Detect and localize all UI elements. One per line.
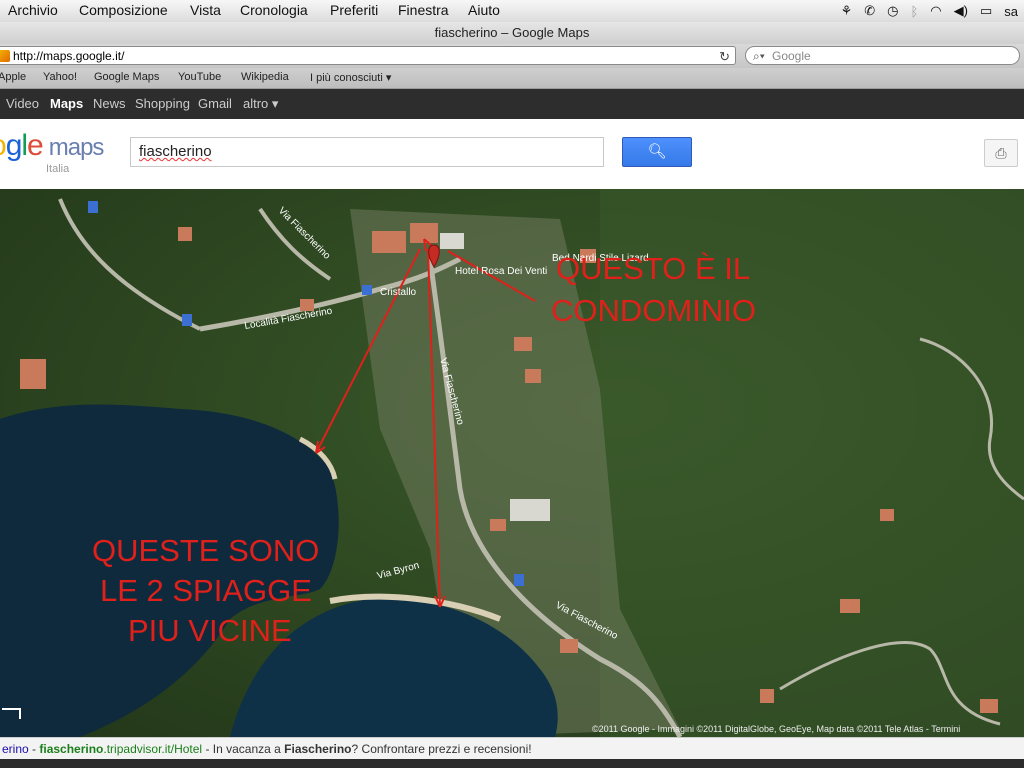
printer-icon: ⎙ [995, 145, 1007, 161]
maps-header: oglemaps Italia fiascherino 🔍︎ ⎙ [0, 119, 1024, 190]
sponsored-link-bar[interactable]: erino - fiascherino.tripadvisor.it/Hotel… [0, 737, 1024, 759]
bookmark-wikipedia[interactable]: Wikipedia [241, 71, 289, 83]
annotation-spiagge-2: LE 2 SPIAGGE [100, 573, 312, 608]
bookmark-youtube[interactable]: YouTube [178, 71, 221, 83]
window-title: fiascherino – Google Maps [0, 22, 1024, 44]
gbar-maps[interactable]: Maps [50, 96, 83, 111]
footer-post: ? Confrontare prezzi e recensioni! [351, 742, 532, 756]
wifi-icon[interactable]: ◠ [930, 3, 941, 19]
menu-preferiti[interactable]: Preferiti [330, 2, 378, 18]
poi-bus-icon-2 [182, 314, 192, 326]
user-name[interactable]: sa [1004, 4, 1018, 19]
browser-toolbar: http://maps.google.it/ ↻ ⌕▾ Google [0, 44, 1024, 68]
bookmark-piu-conosciuti[interactable]: I più conosciuti ▾ [310, 71, 391, 84]
footer-link-bold: fiascherino [39, 742, 104, 756]
poi-hotel-icon [362, 285, 372, 295]
menu-finestra[interactable]: Finestra [398, 2, 449, 18]
volume-icon[interactable]: ◀) [954, 3, 968, 19]
map-copyright: ©2011 Google - Immagini ©2011 DigitalGlo… [592, 724, 960, 734]
mac-menubar: Archivio Composizione Vista Cronologia P… [0, 0, 1024, 23]
address-bar[interactable]: http://maps.google.it/ ↻ [0, 46, 736, 65]
window-bottom-edge [0, 759, 1024, 768]
search-placeholder: Google [772, 49, 811, 63]
annotation-condominio-1: QUESTO È IL [556, 251, 750, 286]
bluetooth-icon[interactable]: ᛒ [910, 4, 918, 19]
print-button[interactable]: ⎙ [984, 139, 1018, 167]
gbar-video[interactable]: Video [6, 96, 39, 111]
menu-archivio[interactable]: Archivio [8, 2, 58, 18]
annotation-spiagge-3: PIU VICINE [128, 613, 292, 648]
gbar-altro[interactable]: altro ▾ [243, 96, 278, 112]
bookmarks-bar: Apple Yahoo! Google Maps YouTube Wikiped… [0, 68, 1024, 89]
bookmark-google-maps[interactable]: Google Maps [94, 71, 159, 83]
search-icon: ⌕▾ [753, 49, 765, 63]
footer-link-domain[interactable]: fiascherino.tripadvisor.it/Hotel [39, 742, 202, 756]
time-machine-icon[interactable]: ◷ [887, 3, 898, 19]
search-button[interactable]: 🔍︎ [622, 137, 692, 167]
url-text: http://maps.google.it/ [13, 49, 125, 63]
browser-search-field[interactable]: ⌕▾ Google [745, 46, 1020, 65]
maps-search-input[interactable]: fiascherino [130, 137, 604, 167]
annotation-condominio-2: CONDOMINIO [551, 293, 756, 328]
footer-sep-1: - [28, 742, 40, 756]
search-query: fiascherino [139, 143, 212, 160]
gbar-gmail[interactable]: Gmail [198, 96, 232, 111]
call-icon[interactable]: ✆ [864, 3, 875, 19]
map-canvas[interactable]: Via Fiascherino Località Fiascherino Cri… [0, 189, 1024, 737]
menu-composizione[interactable]: Composizione [79, 2, 168, 18]
satellite-map[interactable]: Via Fiascherino Località Fiascherino Cri… [0, 189, 1024, 737]
menu-vista[interactable]: Vista [190, 2, 221, 18]
logo-country: Italia [46, 163, 70, 175]
menu-cronologia[interactable]: Cronologia [240, 2, 308, 18]
annotation-spiagge-1: QUESTE SONO [92, 533, 319, 568]
label-hotel-rosa: Hotel Rosa Dei Venti [455, 266, 547, 277]
footer-text: - In vacanza a [202, 742, 285, 756]
favicon-icon [0, 50, 10, 62]
battery-icon[interactable]: ▭ [980, 3, 992, 19]
footer-bold: Fiascherino [284, 742, 352, 756]
google-bar: Video Maps News Shopping Gmail altro ▾ [0, 89, 1024, 119]
poi-bus-icon-3 [514, 574, 524, 586]
bookmark-apple[interactable]: Apple [0, 71, 26, 83]
footer-link-rest: .tripadvisor.it/Hotel [103, 742, 203, 756]
footer-title[interactable]: erino [2, 742, 29, 756]
gbar-shopping[interactable]: Shopping [135, 96, 190, 111]
transmit-icon[interactable]: ⚘ [841, 3, 853, 19]
gbar-news[interactable]: News [93, 96, 126, 111]
label-cristallo: Cristallo [380, 287, 417, 298]
reload-icon[interactable]: ↻ [719, 47, 730, 66]
menu-aiuto[interactable]: Aiuto [468, 2, 500, 18]
bookmark-yahoo[interactable]: Yahoo! [43, 71, 77, 83]
search-button-icon: 🔍︎ [647, 143, 667, 160]
poi-bus-icon-1 [88, 201, 98, 213]
google-maps-logo[interactable]: oglemaps [0, 129, 104, 163]
